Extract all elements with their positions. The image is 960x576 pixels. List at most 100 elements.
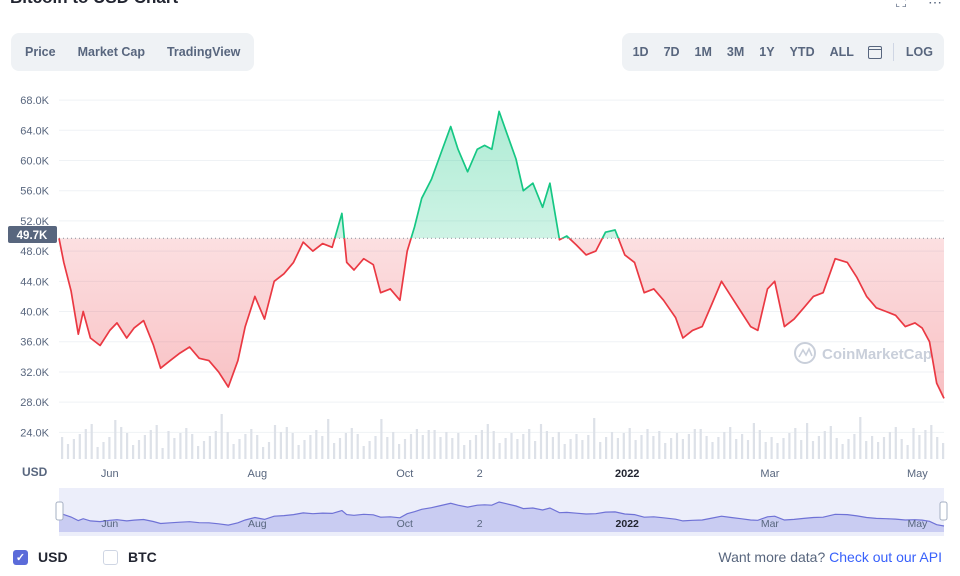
volume-bar	[622, 433, 625, 459]
volume-bar	[398, 444, 401, 459]
price-chart[interactable]: CoinMarketCap 24.0K 28.0K 32.0K 36.0K 40.0K 4…	[0, 0, 960, 576]
volume-bar	[356, 434, 359, 459]
volume-bar	[415, 429, 418, 459]
volume-bar	[279, 432, 282, 459]
y-tick-label: 32.0K	[20, 367, 49, 379]
volume-bar	[102, 442, 105, 459]
y-tick-label: 48.0K	[20, 246, 49, 258]
volume-bar	[717, 437, 720, 459]
volume-bar	[427, 430, 430, 459]
volume-bar	[823, 431, 826, 459]
btc-toggle[interactable]: BTC	[103, 549, 157, 565]
volume-bar	[735, 439, 738, 459]
volume-bar	[930, 425, 933, 459]
volume-bar	[451, 438, 454, 459]
volume-bar	[563, 444, 566, 459]
volume-bar	[262, 447, 265, 459]
x-tick-label: 2022	[615, 468, 639, 480]
volume-bar	[675, 433, 679, 459]
y-tick-label: 64.0K	[20, 125, 49, 137]
volume-bar	[806, 423, 809, 459]
range-navigator[interactable]: Jun Aug Oct 2 2022 Mar May	[55, 488, 948, 536]
volume-bar	[108, 437, 111, 459]
volume-bar	[847, 439, 850, 459]
coinmarketcap-watermark: CoinMarketCap	[794, 342, 932, 364]
volume-bar	[616, 438, 619, 459]
volume-bar	[273, 425, 277, 459]
volume-bar	[581, 440, 584, 459]
volume-bar	[386, 437, 389, 459]
volume-bar	[309, 435, 312, 459]
volume-bar	[492, 431, 495, 459]
volume-bar	[924, 430, 927, 459]
x-tick-label: Oct	[396, 468, 413, 480]
volume-bar	[202, 441, 206, 459]
volume-bar	[380, 419, 383, 459]
volume-bar	[498, 443, 501, 459]
volume-bar	[551, 437, 554, 459]
volume-bar	[652, 436, 655, 459]
navigator-tick-label: Oct	[397, 518, 413, 530]
volume-bar	[185, 428, 188, 459]
volume-bar	[445, 432, 448, 459]
volume-bar	[593, 418, 596, 459]
y-tick-label: 68.0K	[20, 95, 49, 107]
volume-bar	[912, 428, 915, 459]
volume-bar	[522, 434, 525, 459]
volume-bar	[687, 434, 690, 459]
api-link[interactable]: Check out our API	[829, 549, 942, 565]
volume-bar	[368, 441, 371, 459]
navigator-tick-label: May	[907, 518, 928, 530]
volume-bar	[800, 440, 803, 459]
volume-bar	[705, 436, 708, 459]
volume-bar	[829, 426, 832, 459]
y-tick-label: 44.0K	[20, 276, 49, 288]
volume-bar	[338, 438, 342, 459]
volume-bar	[711, 442, 714, 459]
x-tick-label: Mar	[760, 468, 779, 480]
volume-bar	[811, 441, 815, 459]
x-axis: Jun Aug Oct 2 2022 Mar May	[101, 468, 928, 480]
volume-bar	[486, 424, 489, 459]
volume-bar	[516, 439, 519, 459]
volume-bar	[942, 443, 945, 459]
volume-bar	[640, 435, 643, 459]
volume-bar	[90, 424, 93, 459]
more-data-prompt: Want more data?	[718, 549, 826, 565]
volume-bar	[788, 433, 791, 459]
volume-bar	[72, 439, 75, 459]
volume-bar	[504, 438, 507, 459]
volume-bar	[409, 434, 413, 459]
volume-bar	[191, 434, 194, 459]
volume-bar	[149, 430, 152, 459]
volume-bar	[285, 427, 288, 459]
x-tick-label: Aug	[248, 468, 268, 480]
volume-bar	[918, 435, 921, 459]
volume-bar	[143, 435, 146, 459]
x-tick-label: May	[907, 468, 928, 480]
usd-checkbox[interactable]: ✓	[13, 549, 28, 565]
navigator-tick-label: Aug	[248, 518, 267, 530]
volume-bar	[776, 443, 779, 459]
volume-bar	[794, 428, 797, 459]
baseline-badge-label: 49.7K	[17, 230, 48, 242]
volume-bar	[333, 443, 336, 459]
volume-bar	[350, 428, 353, 459]
volume-bar	[528, 429, 531, 459]
y-axis: 24.0K28.0K32.0K36.0K40.0K44.0K48.0K52.0K…	[20, 95, 49, 439]
volume-bar	[664, 443, 667, 459]
volume-bar	[303, 440, 306, 459]
usd-toggle[interactable]: ✓ USD	[13, 549, 68, 565]
y-tick-label: 40.0K	[20, 307, 49, 319]
volume-bar	[752, 423, 755, 459]
volume-bar	[539, 424, 543, 459]
navigator-right-handle[interactable]	[939, 501, 948, 521]
y-tick-label: 36.0K	[20, 337, 49, 349]
btc-checkbox[interactable]	[103, 549, 118, 565]
navigator-left-handle[interactable]	[55, 501, 64, 521]
navigator-tick-label: 2022	[616, 518, 640, 530]
volume-bar	[250, 429, 253, 459]
volume-bar	[534, 441, 537, 459]
volume-bar	[906, 445, 909, 459]
navigator-tick-label: Mar	[761, 518, 780, 530]
